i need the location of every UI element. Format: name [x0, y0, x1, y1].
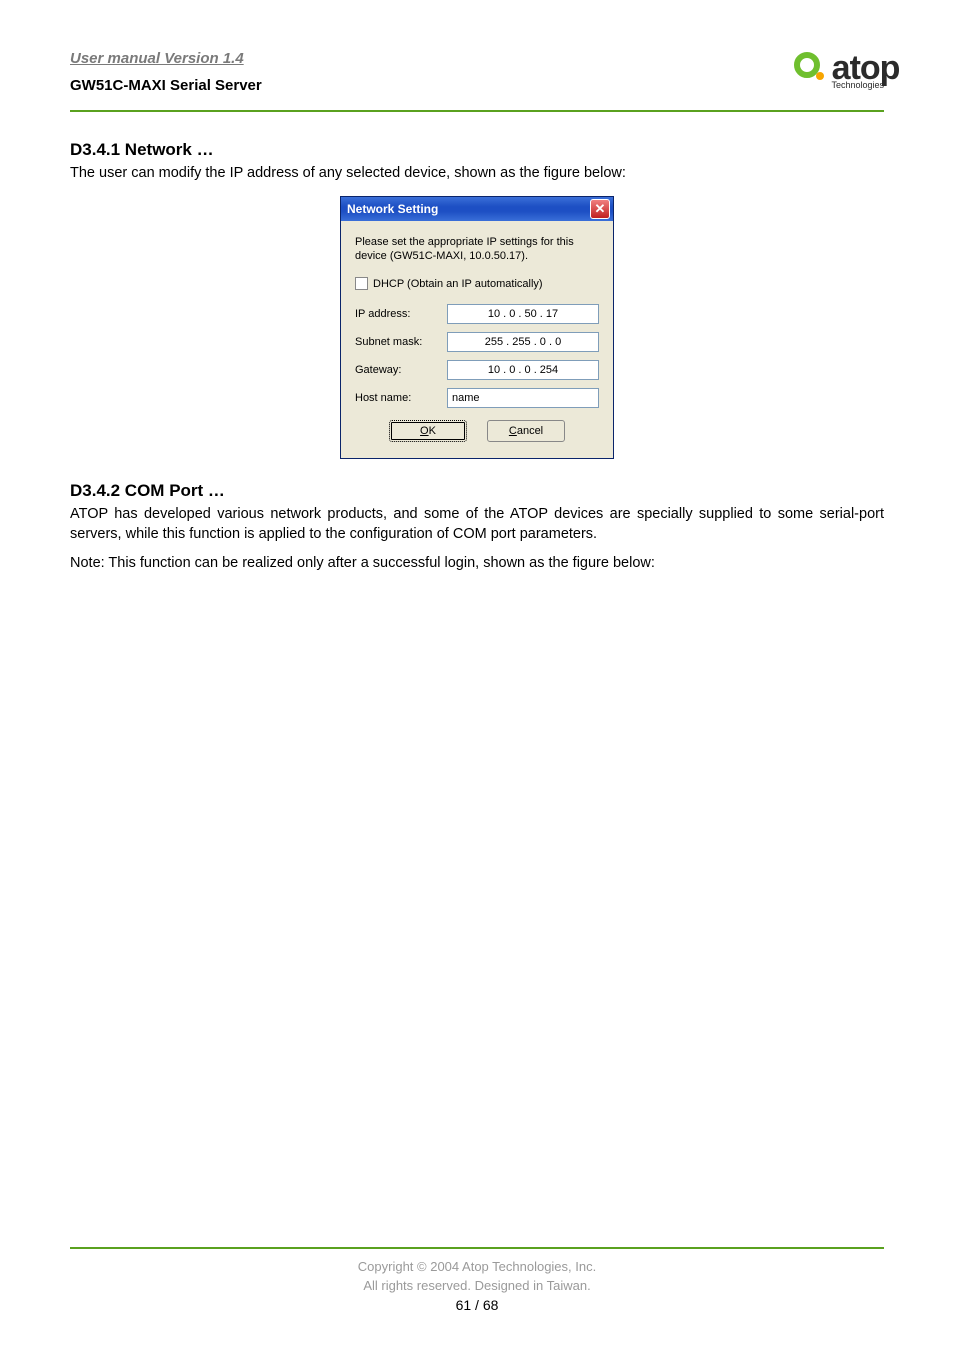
logo-subtext: Technologies: [831, 80, 884, 90]
dialog-titlebar[interactable]: Network Setting ✕: [341, 197, 613, 221]
manual-title: User manual Version 1.4: [70, 50, 790, 67]
gateway-row: Gateway: 10 . 0 . 0 . 254: [355, 360, 599, 380]
subnet-label: Subnet mask:: [355, 336, 447, 348]
gateway-value: 10 . 0 . 0 . 254: [488, 364, 558, 376]
logo: atop Technologies: [790, 46, 884, 90]
subnet-mask-input[interactable]: 255 . 255 . 0 . 0: [447, 332, 599, 352]
section-text-network: The user can modify the IP address of an…: [70, 164, 884, 184]
hostname-input[interactable]: [447, 388, 599, 408]
footer: Copyright © 2004 Atop Technologies, Inc.…: [0, 1247, 954, 1313]
dialog-buttons: OK Cancel: [355, 420, 599, 442]
ip-address-input[interactable]: 10 . 0 . 50 . 17: [447, 304, 599, 324]
cancel-button[interactable]: Cancel: [487, 420, 565, 442]
close-icon[interactable]: ✕: [590, 199, 610, 219]
ok-button[interactable]: OK: [389, 420, 467, 442]
ip-row: IP address: 10 . 0 . 50 . 17: [355, 304, 599, 324]
dhcp-checkbox-row[interactable]: DHCP (Obtain an IP automatically): [355, 277, 599, 290]
dialog-title: Network Setting: [347, 202, 438, 216]
gateway-input[interactable]: 10 . 0 . 0 . 254: [447, 360, 599, 380]
dialog-container: Network Setting ✕ Please set the appropr…: [70, 196, 884, 460]
section-text-comport-1: ATOP has developed various network produ…: [70, 505, 884, 544]
subnet-value: 255 . 255 . 0 . 0: [485, 336, 561, 348]
network-setting-dialog: Network Setting ✕ Please set the appropr…: [340, 196, 614, 460]
header: User manual Version 1.4 GW51C-MAXI Seria…: [70, 50, 884, 106]
gateway-label: Gateway:: [355, 364, 447, 376]
section-heading-network: D3.4.1 Network …: [70, 140, 884, 160]
section-text-comport-2: Note: This function can be realized only…: [70, 554, 884, 574]
ip-value: 10 . 0 . 50 . 17: [488, 308, 558, 320]
page-number: 61 / 68: [0, 1297, 954, 1313]
footer-divider: [70, 1247, 884, 1249]
page-content: User manual Version 1.4 GW51C-MAXI Seria…: [0, 0, 954, 604]
dhcp-label: DHCP (Obtain an IP automatically): [373, 278, 543, 290]
dhcp-checkbox[interactable]: [355, 277, 368, 290]
header-divider: [70, 110, 884, 112]
hostname-row: Host name:: [355, 388, 599, 408]
dialog-body: Please set the appropriate IP settings f…: [341, 221, 613, 459]
section-heading-comport: D3.4.2 COM Port …: [70, 481, 884, 501]
main-content: D3.4.1 Network … The user can modify the…: [70, 140, 884, 574]
hostname-label: Host name:: [355, 392, 447, 404]
footer-rights: All rights reserved. Designed in Taiwan.: [0, 1278, 954, 1293]
logo-mark-icon: [790, 48, 830, 88]
product-title: GW51C-MAXI Serial Server: [70, 77, 790, 94]
ip-label: IP address:: [355, 308, 447, 320]
subnet-row: Subnet mask: 255 . 255 . 0 . 0: [355, 332, 599, 352]
dialog-intro: Please set the appropriate IP settings f…: [355, 235, 599, 264]
header-left: User manual Version 1.4 GW51C-MAXI Seria…: [70, 50, 790, 106]
footer-copyright: Copyright © 2004 Atop Technologies, Inc.: [0, 1259, 954, 1274]
